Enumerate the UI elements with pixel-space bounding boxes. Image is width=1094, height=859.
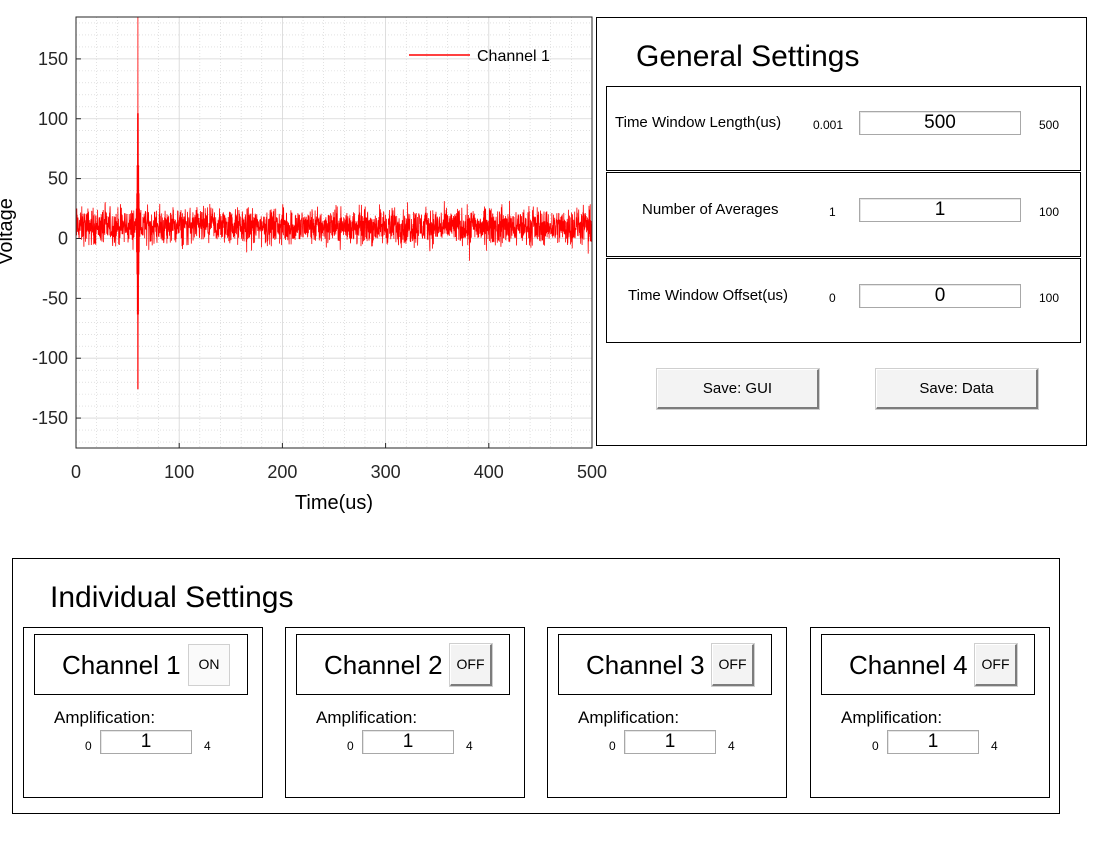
time-window-offset-max: 100 [1039, 291, 1060, 305]
time-window-length-label: Time Window Length(us) [615, 114, 782, 131]
save-gui-button[interactable]: Save: GUI [657, 369, 819, 409]
time-window-offset-label: Time Window Offset(us) [628, 287, 789, 304]
channel-2-title: Channel 2 [324, 650, 443, 680]
channel-4-header: Channel 4 OFF [821, 634, 1035, 695]
channel-3-toggle-button[interactable]: OFF [712, 644, 754, 686]
number-of-averages-input[interactable]: 1 [859, 198, 1021, 222]
channel-1-amplification-input[interactable]: 1 [100, 730, 192, 754]
x-tick-label: 100 [164, 462, 194, 482]
x-tick-label: 200 [267, 462, 297, 482]
number-of-averages-max: 100 [1039, 205, 1060, 219]
time-window-length-max: 500 [1039, 118, 1060, 132]
channel-3-title: Channel 3 [586, 650, 705, 680]
channel-3-amplification-label: Amplification: [578, 708, 680, 727]
time-window-offset-min: 0 [829, 291, 836, 305]
channel-4-title: Channel 4 [849, 650, 968, 680]
channel-4-toggle-button[interactable]: OFF [975, 644, 1017, 686]
x-tick-label: 300 [371, 462, 401, 482]
time-window-length-row: Time Window Length(us) 0.001 500 500 [606, 86, 1081, 171]
channel-3-card: Channel 3 OFF Amplification: 0 1 4 [547, 627, 787, 798]
channel-3-amplification-min: 0 [609, 739, 616, 753]
x-tick-label: 400 [474, 462, 504, 482]
number-of-averages-label: Number of Averages [642, 201, 779, 218]
x-tick-label: 0 [71, 462, 81, 482]
channel-3-header: Channel 3 OFF [558, 634, 772, 695]
time-window-offset-row: Time Window Offset(us) 0 0 100 [606, 258, 1081, 343]
number-of-averages-min: 1 [829, 205, 836, 219]
channel-3-amplification-input[interactable]: 1 [624, 730, 716, 754]
time-window-length-input[interactable]: 500 [859, 111, 1021, 135]
individual-settings-title: Individual Settings [50, 581, 294, 614]
channel-1-header: Channel 1 ON [34, 634, 248, 695]
individual-settings-panel: Individual Settings Channel 1 ON Amplifi… [12, 558, 1060, 814]
y-axis-label: Voltage [0, 198, 17, 265]
channel-3-amplification-max: 4 [728, 739, 735, 753]
time-window-offset-input[interactable]: 0 [859, 284, 1021, 308]
channel-1-amplification-label: Amplification: [54, 708, 156, 727]
y-tick-label: -50 [42, 288, 68, 308]
y-tick-label: -100 [32, 348, 68, 368]
channel-2-amplification-label: Amplification: [316, 708, 418, 727]
channel-1-amplification-max: 4 [204, 739, 211, 753]
save-data-button[interactable]: Save: Data [876, 369, 1038, 409]
channel-2-amplification-min: 0 [347, 739, 354, 753]
y-tick-label: 50 [48, 169, 68, 189]
channel-1-amplification-min: 0 [85, 739, 92, 753]
y-tick-label: 0 [58, 228, 68, 248]
channel-4-amplification-min: 0 [872, 739, 879, 753]
number-of-averages-row: Number of Averages 1 1 100 [606, 172, 1081, 257]
channel-2-amplification-input[interactable]: 1 [362, 730, 454, 754]
channel-2-card: Channel 2 OFF Amplification: 0 1 4 [285, 627, 525, 798]
channel-2-amplification-max: 4 [466, 739, 473, 753]
channel-1-card: Channel 1 ON Amplification: 0 1 4 [23, 627, 263, 798]
general-settings-title: General Settings [636, 40, 860, 73]
channel-1-title: Channel 1 [62, 650, 181, 680]
channel-4-amplification-label: Amplification: [841, 708, 943, 727]
general-settings-panel: General Settings Time Window Length(us) … [596, 17, 1087, 446]
channel-4-card: Channel 4 OFF Amplification: 0 1 4 [810, 627, 1050, 798]
time-window-length-min: 0.001 [813, 118, 844, 132]
x-tick-label: 500 [577, 462, 607, 482]
y-axis-ticks: 150 100 50 0 -50 -100 -150 [32, 49, 81, 428]
channel-4-amplification-max: 4 [991, 739, 998, 753]
voltage-chart: 0 100 200 300 400 500 150100500-50-100-150 Ti… [0, 16, 607, 514]
channel-2-header: Channel 2 OFF [296, 634, 510, 695]
channel-1-toggle-button[interactable]: ON [188, 644, 230, 686]
y-tick-label: 100 [38, 109, 68, 129]
x-axis-label: Time(us) [295, 492, 373, 514]
y-tick-label: -150 [32, 408, 68, 428]
x-axis-ticks: 0 100 200 300 400 500 [71, 443, 607, 482]
legend-label-channel-1: Channel 1 [477, 48, 550, 65]
channel-2-toggle-button[interactable]: OFF [450, 644, 492, 686]
y-tick-label: 150 [38, 49, 68, 69]
channel-4-amplification-input[interactable]: 1 [887, 730, 979, 754]
